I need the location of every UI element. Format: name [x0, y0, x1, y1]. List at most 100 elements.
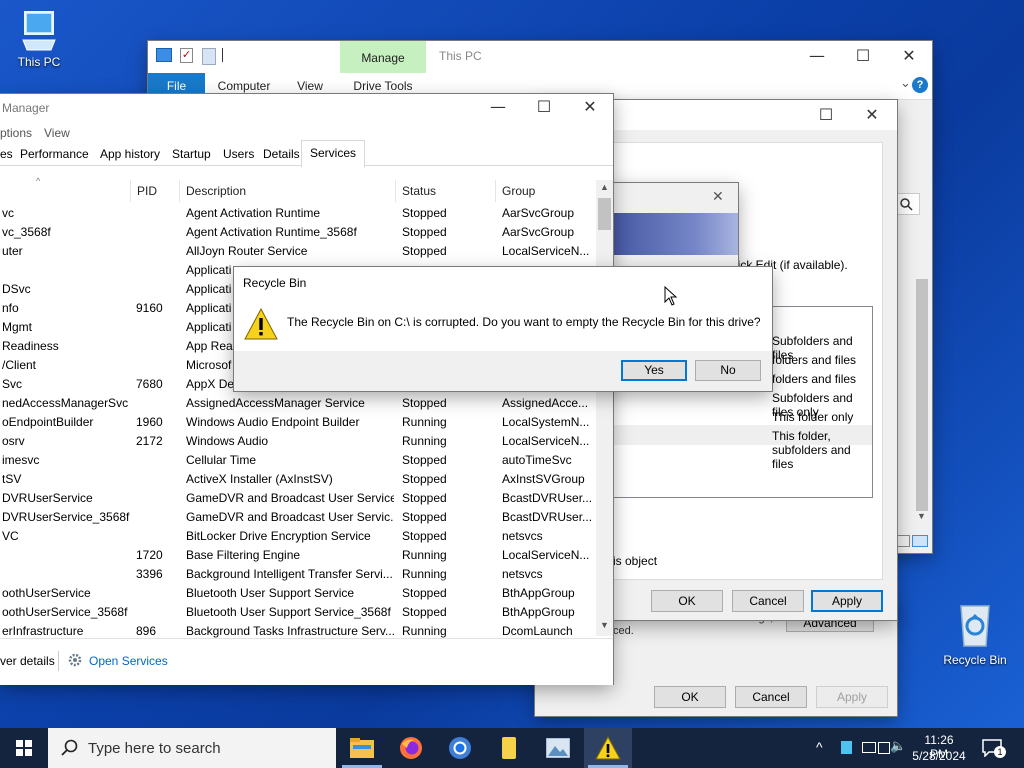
- col-header-group[interactable]: Group: [496, 180, 596, 202]
- tray-network-icon[interactable]: [878, 742, 890, 754]
- recycle-bin-desktop-icon[interactable]: Recycle Bin: [938, 602, 1012, 667]
- taskbar-warning-app[interactable]: [584, 728, 632, 768]
- this-pc-desktop-icon[interactable]: This PC: [2, 8, 76, 69]
- service-row[interactable]: oothUserService_3568f Bluetooth User Supp…: [0, 603, 596, 622]
- tab-performance[interactable]: Performance: [15, 142, 94, 166]
- service-row[interactable]: erInfrastructure 896 Background Tasks Infr…: [0, 622, 596, 638]
- services-scrollbar[interactable]: ▲ ▼: [596, 180, 613, 636]
- explorer-close-button[interactable]: ✕: [886, 41, 932, 71]
- service-row[interactable]: 3396 Background Intelligent Transfer Serv…: [0, 565, 596, 584]
- clock-date[interactable]: 5/28/2024: [910, 749, 968, 763]
- tm-menu-view[interactable]: View: [44, 126, 70, 140]
- service-row[interactable]: nedAccessManagerSvc AssignedAccessManager…: [0, 394, 596, 413]
- taskbar-file-explorer[interactable]: [338, 728, 386, 768]
- tray-display-icon[interactable]: [862, 742, 876, 753]
- permissions-apply-button[interactable]: Apply: [811, 590, 883, 612]
- permissions-close-button[interactable]: ✕: [849, 100, 895, 130]
- taskbar-firefox[interactable]: [387, 728, 435, 768]
- service-row[interactable]: oEndpointBuilder 1960 Windows Audio Endpoi…: [0, 413, 596, 432]
- taskbar-notes[interactable]: [485, 728, 533, 768]
- service-row[interactable]: vc_3568f Agent Activation Runtime_3568f St…: [0, 223, 596, 242]
- entry-applies-to[interactable]: folders and files: [772, 372, 856, 386]
- large-icons-view-icon[interactable]: [912, 535, 928, 547]
- scroll-down-arrow-icon[interactable]: ▼: [917, 511, 926, 521]
- permissions-ok-button[interactable]: OK: [651, 590, 723, 612]
- folder-icon: [350, 738, 374, 758]
- entry-applies-to-selected[interactable]: This folder, subfolders and files: [614, 425, 872, 471]
- service-row[interactable]: vc Agent Activation Runtime Stopped AarSvcG…: [0, 204, 596, 223]
- explorer-vertical-scrollbar[interactable]: ▼: [914, 273, 930, 523]
- service-row[interactable]: uter AllJoyn Router Service Stopped LocalSe…: [0, 242, 596, 261]
- tab-app-history[interactable]: App history: [95, 142, 165, 166]
- col-header-pid[interactable]: PID: [131, 180, 180, 202]
- svc-status: Running: [402, 567, 447, 581]
- service-row[interactable]: VC BitLocker Drive Encryption Service Stop…: [0, 527, 596, 546]
- tm-menu-options[interactable]: ptions: [0, 126, 32, 140]
- service-row[interactable]: imesvc Cellular Time Stopped autoTimeSvc: [0, 451, 596, 470]
- this-pc-label: This PC: [17, 55, 61, 69]
- service-row[interactable]: DVRUserService_3568f GameDVR and Broadcas…: [0, 508, 596, 527]
- col-header-name[interactable]: [0, 180, 131, 202]
- no-button[interactable]: No: [695, 360, 761, 381]
- service-row[interactable]: tSV ActiveX Installer (AxInstSV) Stopped Ax…: [0, 470, 596, 489]
- scroll-up-arrow-icon[interactable]: ▲: [600, 182, 609, 192]
- entry-applies-to[interactable]: This folder only: [772, 410, 853, 424]
- svc-status: Stopped: [402, 605, 447, 619]
- svc-status: Stopped: [402, 472, 447, 486]
- svc-name: tSV: [2, 472, 22, 486]
- permissions-cancel-button[interactable]: Cancel: [732, 590, 804, 612]
- permissions-maximize-button[interactable]: ☐: [803, 100, 849, 130]
- notification-center-button[interactable]: 1: [980, 736, 1006, 760]
- col-header-status[interactable]: Status: [396, 180, 496, 202]
- svc-group: LocalSystemN...: [502, 415, 590, 429]
- tab-startup[interactable]: Startup: [167, 142, 216, 166]
- tm-close-button[interactable]: ✕: [567, 92, 613, 122]
- taskbar-image-viewer[interactable]: [534, 728, 582, 768]
- svc-group: autoTimeSvc: [502, 453, 572, 467]
- svc-name: /Client: [2, 358, 37, 372]
- new-folder-quick-icon[interactable]: [202, 48, 216, 65]
- small-dialog-close-button[interactable]: ✕: [712, 189, 724, 205]
- properties-quick-icon[interactable]: ✓: [180, 48, 193, 63]
- tab-users[interactable]: Users: [218, 142, 259, 166]
- entry-applies-to[interactable]: folders and files: [772, 353, 856, 367]
- help-icon[interactable]: ?: [912, 77, 928, 93]
- tm-minimize-button[interactable]: —: [475, 92, 521, 122]
- open-services-link[interactable]: Open Services: [89, 654, 168, 668]
- properties-apply-button[interactable]: Apply: [816, 686, 888, 708]
- properties-ok-button[interactable]: OK: [654, 686, 726, 708]
- tab-services[interactable]: Services: [301, 140, 366, 168]
- scrollbar-thumb[interactable]: [916, 279, 928, 511]
- service-row[interactable]: osrv 2172 Windows Audio Running LocalService…: [0, 432, 596, 451]
- tray-app-icon[interactable]: [841, 741, 852, 754]
- recycle-bin-label: Recycle Bin: [943, 653, 1007, 667]
- taskbar-search-box[interactable]: Type here to search: [48, 728, 336, 768]
- image-viewer-icon: [546, 738, 570, 758]
- show-hidden-icons-chevron-icon[interactable]: ^: [816, 739, 823, 755]
- tab-details[interactable]: Details: [258, 142, 305, 166]
- explorer-minimize-button[interactable]: —: [794, 41, 840, 71]
- services-scrollbar-thumb[interactable]: [598, 198, 611, 230]
- svc-group: BthAppGroup: [502, 605, 575, 619]
- small-dialog: ✕: [596, 183, 738, 273]
- explorer-maximize-button[interactable]: ☐: [840, 41, 886, 71]
- taskbar-chrome[interactable]: [436, 728, 484, 768]
- tm-maximize-button[interactable]: ☐: [521, 92, 567, 122]
- scroll-down-arrow-icon[interactable]: ▼: [600, 620, 609, 630]
- svc-pid: 3396: [136, 567, 163, 581]
- ribbon-collapse-button[interactable]: ⌄: [900, 75, 911, 91]
- computer-icon: [22, 11, 56, 51]
- properties-cancel-button[interactable]: Cancel: [735, 686, 807, 708]
- yes-button[interactable]: Yes: [621, 360, 687, 381]
- service-row[interactable]: 1720 Base Filtering Engine Running LocalSer…: [0, 546, 596, 565]
- quick-access-icon[interactable]: [156, 48, 172, 62]
- replace-object-label: is object: [613, 554, 658, 568]
- manage-context-tab[interactable]: Manage: [340, 41, 426, 73]
- svc-pid: 9160: [136, 301, 163, 315]
- tray-volume-muted-icon[interactable]: 🔈: [890, 739, 906, 754]
- service-row[interactable]: oothUserService Bluetooth User Support Se…: [0, 584, 596, 603]
- col-header-description[interactable]: Description: [180, 180, 396, 202]
- start-button[interactable]: [0, 728, 48, 768]
- service-row[interactable]: DVRUserService GameDVR and Broadcast User…: [0, 489, 596, 508]
- fewer-details-link[interactable]: ver details: [0, 654, 55, 668]
